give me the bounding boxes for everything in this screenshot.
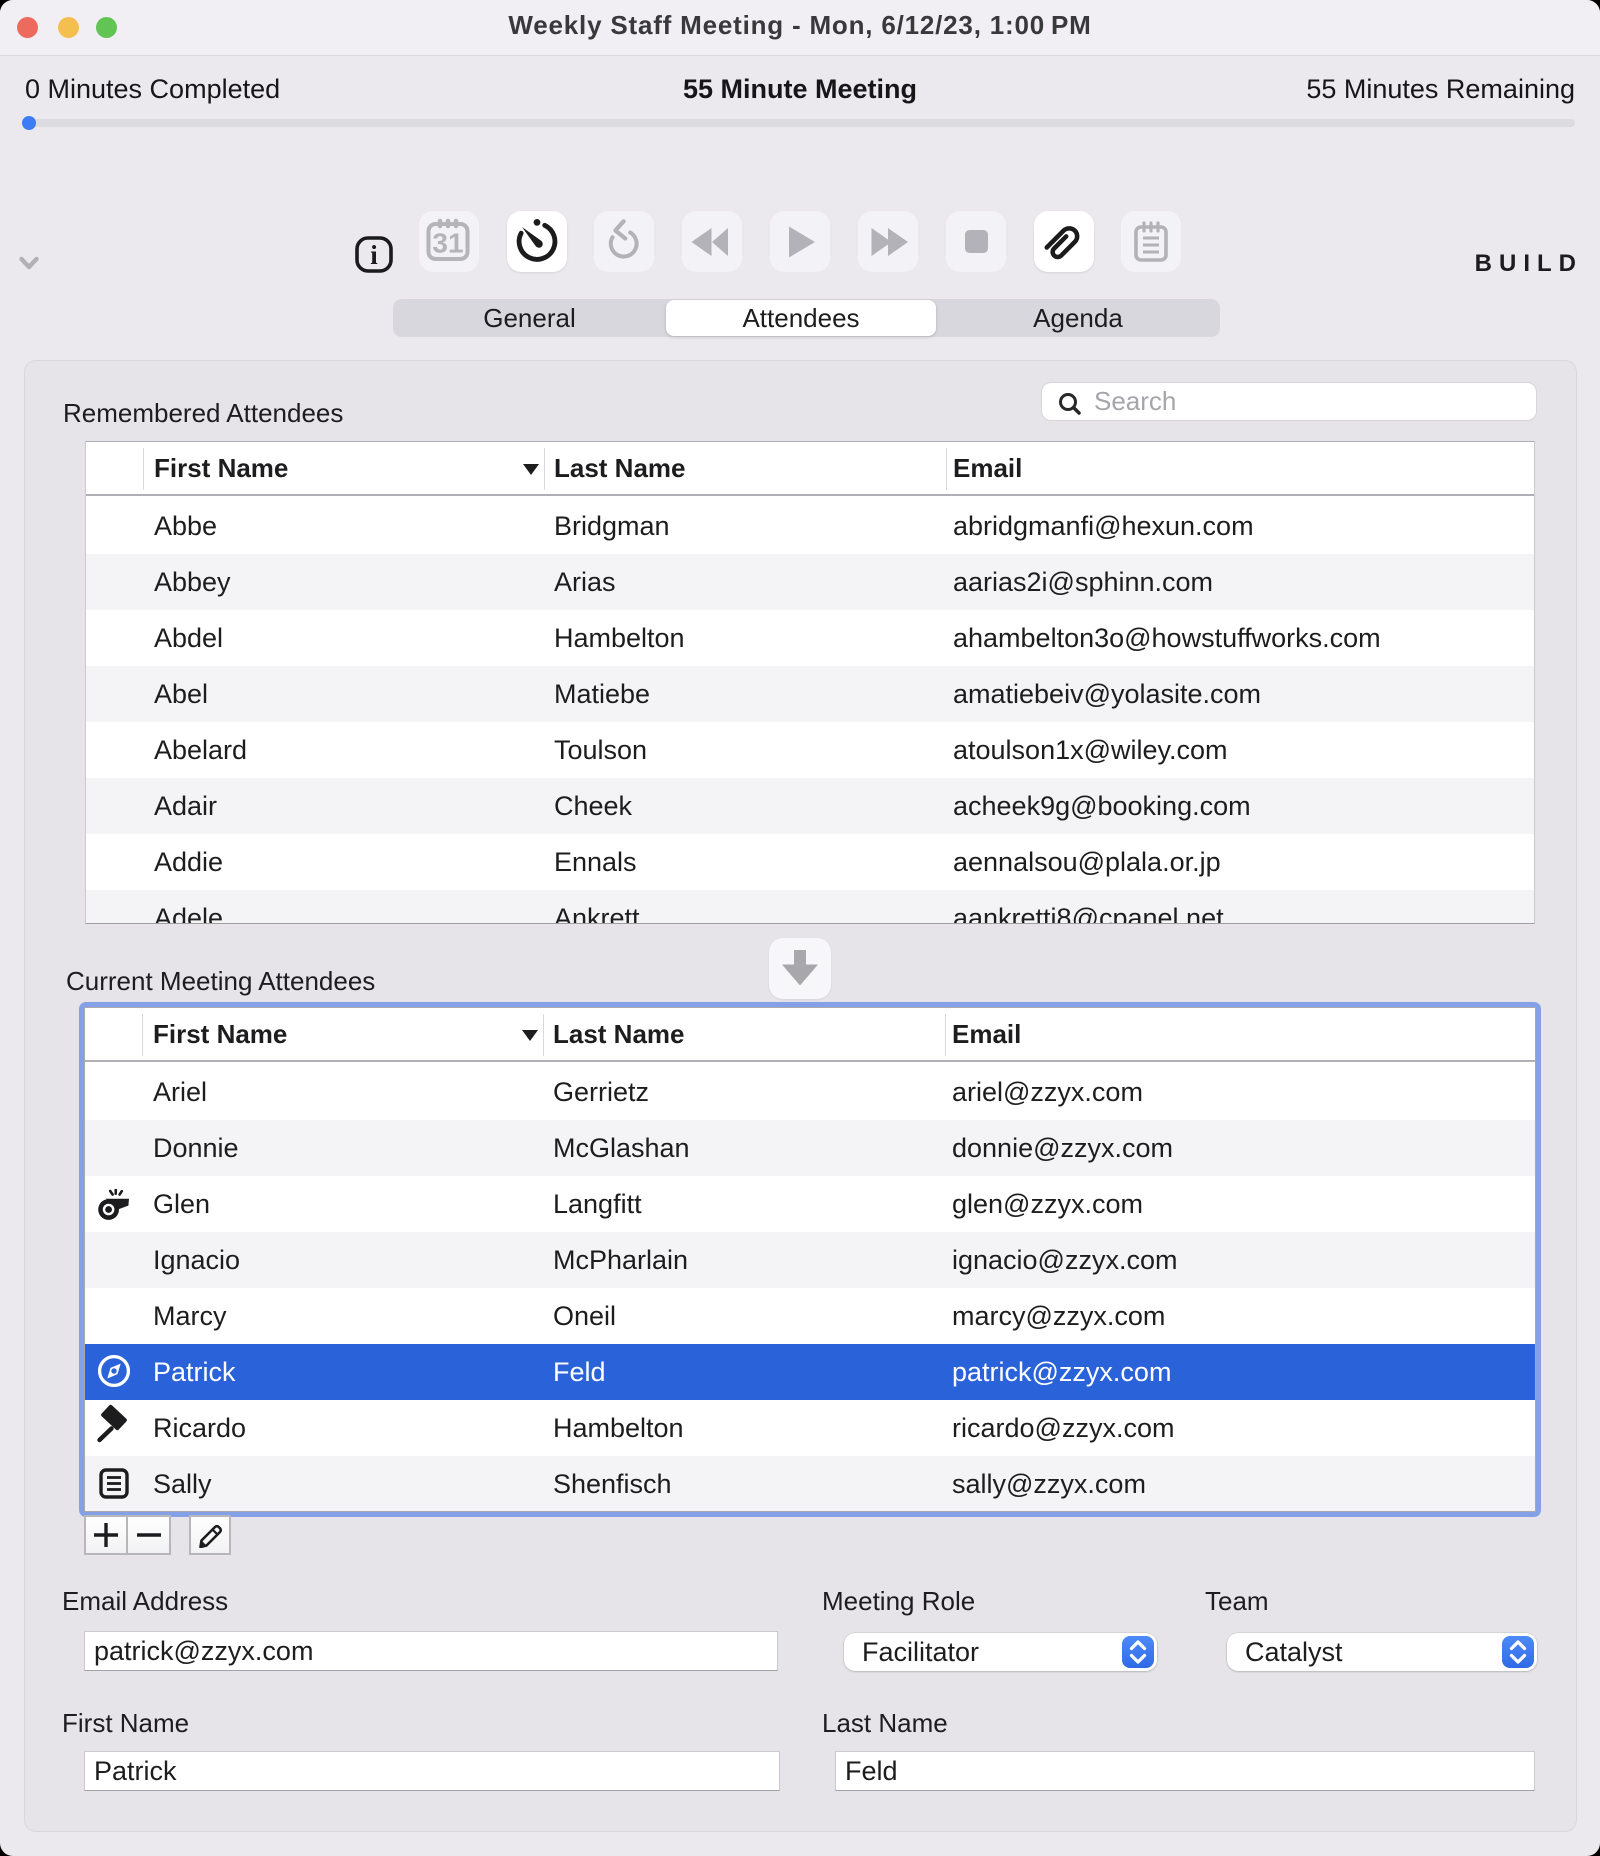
- svg-text:31: 31: [432, 228, 463, 259]
- svg-text:i: i: [370, 240, 378, 270]
